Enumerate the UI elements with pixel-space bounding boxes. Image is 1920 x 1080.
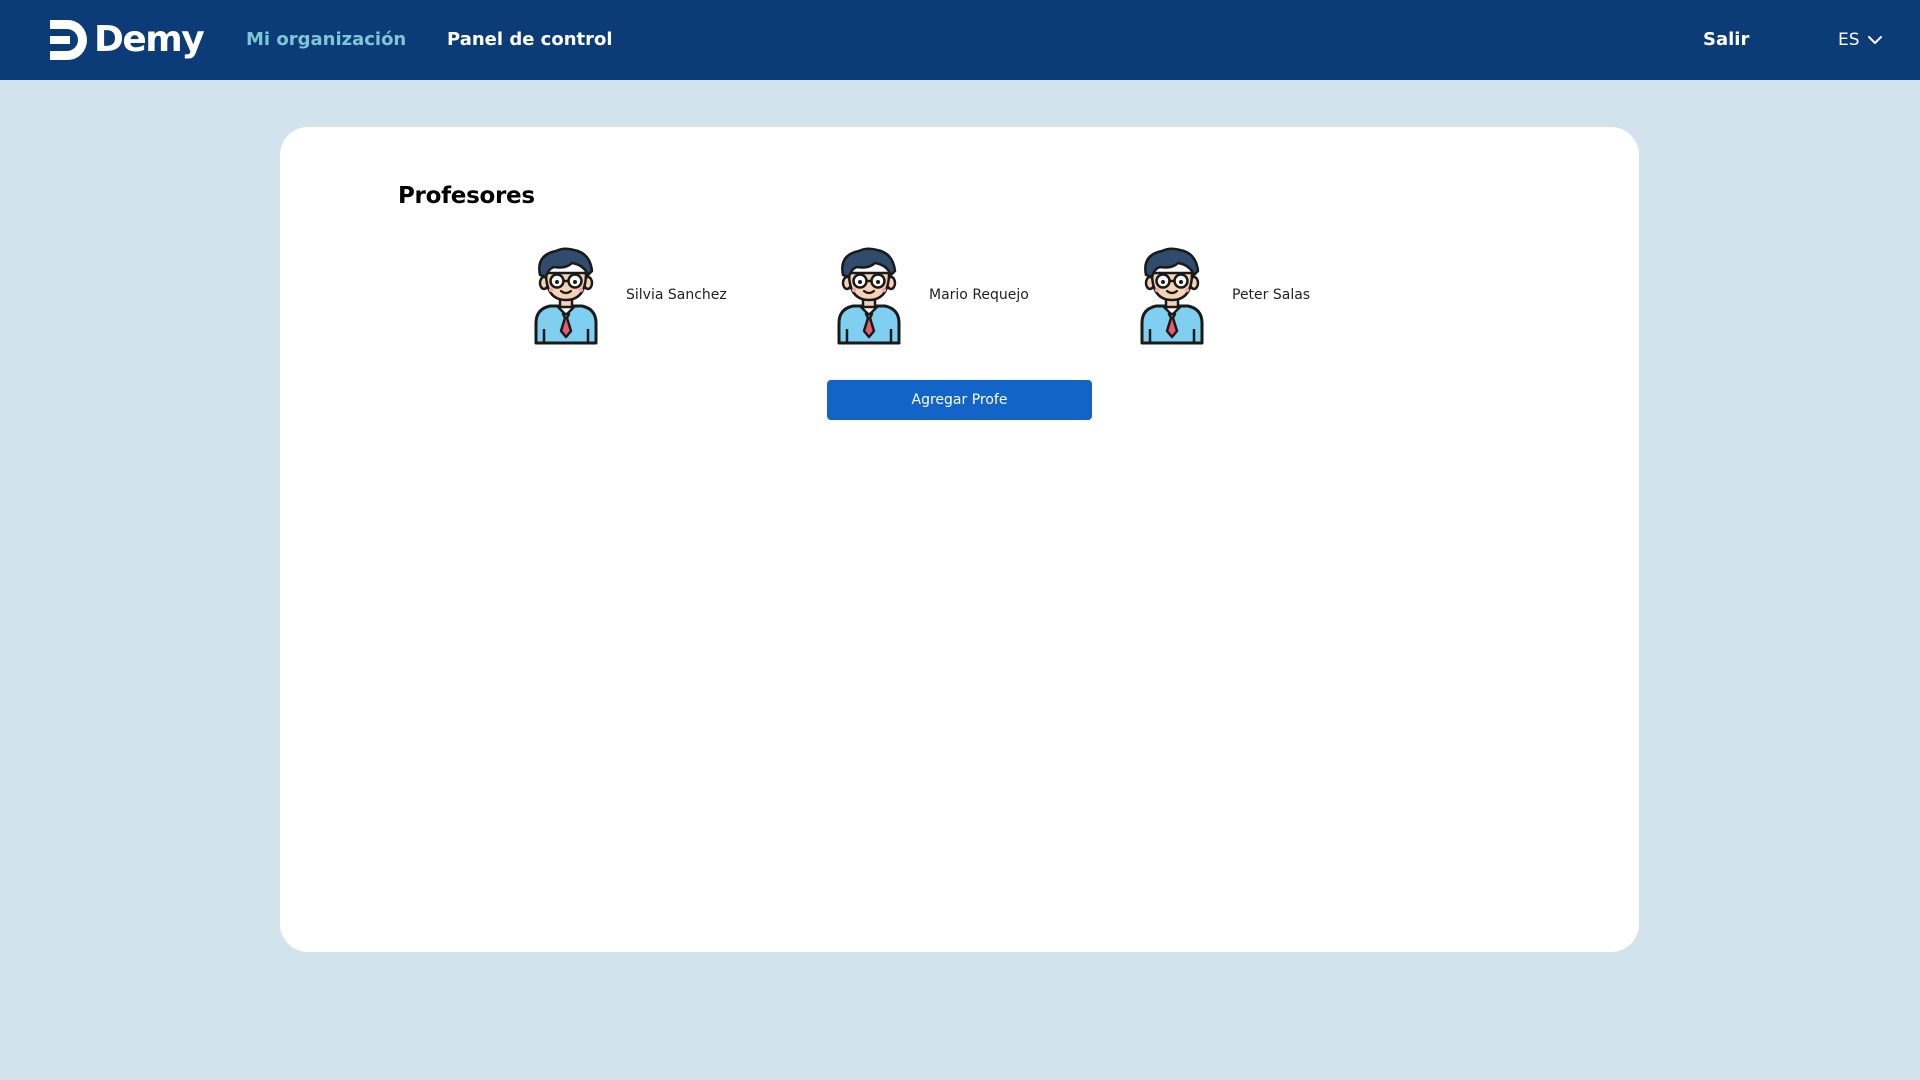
add-teacher-button[interactable]: Agregar Profe	[827, 380, 1092, 420]
logout-link[interactable]: Salir	[1703, 0, 1749, 80]
teachers-card: Profesores Silvia Sanchez Mario Requejo …	[280, 127, 1639, 952]
brand-name: Demy	[94, 19, 205, 60]
demy-logo-icon	[50, 20, 87, 60]
teacher-name: Silvia Sanchez	[626, 287, 727, 303]
page-title: Profesores	[398, 183, 535, 209]
chevron-down-icon	[1867, 35, 1882, 44]
teacher-name: Peter Salas	[1232, 287, 1311, 303]
teacher-avatar-icon	[1136, 245, 1208, 345]
teacher-item[interactable]: Peter Salas	[1136, 245, 1310, 345]
teacher-avatar-icon	[833, 245, 905, 345]
nav-panel-de-control[interactable]: Panel de control	[447, 0, 613, 80]
demy-logo[interactable]: Demy	[50, 18, 205, 62]
language-selector[interactable]: ES	[1838, 0, 1882, 80]
nav-mi-organizacion[interactable]: Mi organización	[246, 0, 406, 80]
teacher-item[interactable]: Silvia Sanchez	[530, 245, 727, 345]
teacher-item[interactable]: Mario Requejo	[833, 245, 1029, 345]
teacher-avatar-icon	[530, 245, 602, 345]
teacher-name: Mario Requejo	[929, 287, 1029, 303]
language-code: ES	[1838, 30, 1860, 50]
top-navbar: Demy Mi organización Panel de control Sa…	[0, 0, 1920, 80]
